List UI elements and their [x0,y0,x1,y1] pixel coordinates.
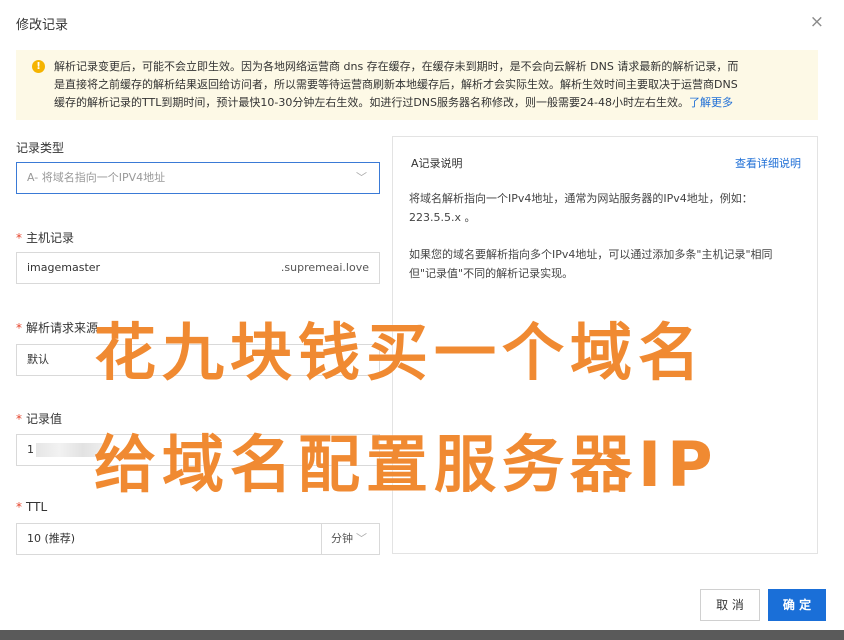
cancel-button[interactable]: 取 消 [700,589,760,621]
ttl-value: 10 (推荐) [27,532,76,545]
info-paragraph-1: 将域名解析指向一个IPv4地址，通常为网站服务器的IPv4地址，例如： 223.… [409,189,807,227]
record-value-label: * 记录值 [16,410,62,427]
notice-line-1: 解析记录变更后，可能不会立即生效。因为各地网络运营商 dns 存在缓存，在缓存未… [54,60,739,73]
overlay-caption-line-2: 给域名配置服务器IP [94,428,719,501]
ttl-label: * TTL [16,500,47,514]
host-record-label-text: 主机记录 [26,231,75,245]
resolve-source-value: 默认 [27,353,49,366]
record-type-select[interactable]: A- 将域名指向一个IPV4地址 ﹀ [16,162,380,194]
info-paragraph-1-line-2: 223.5.5.x 。 [409,211,476,224]
notice-banner: ! 解析记录变更后，可能不会立即生效。因为各地网络运营商 dns 存在缓存，在缓… [16,50,818,120]
info-paragraph-2-line-1: 如果您的域名要解析指向多个IPv4地址，可以通过添加多条"主机记录"相同 [409,248,773,261]
host-record-input[interactable]: imagemaster .supremeai.love [16,252,380,284]
view-details-link[interactable]: 查看详细说明 [735,155,801,171]
notice-line-3: 缓存的解析记录的TTL到期时间，预计最快10-30分钟左右生效。如进行过DNS服… [54,94,804,112]
record-type-label: 记录类型 [16,139,64,156]
close-icon[interactable]: × [810,12,824,32]
ttl-unit: 分钟 [331,532,353,545]
warning-icon: ! [32,60,45,73]
required-mark: * [16,321,22,335]
info-paragraph-1-line-1: 将域名解析指向一个IPv4地址，通常为网站服务器的IPv4地址，例如： [409,192,753,205]
dialog-title: 修改记录 [16,18,69,33]
required-mark: * [16,500,22,514]
notice-line-3-text: 缓存的解析记录的TTL到期时间，预计最快10-30分钟左右生效。如进行过DNS服… [54,96,689,109]
required-mark: * [16,412,22,426]
record-type-label-text: 记录类型 [16,141,65,155]
ttl-divider [321,524,322,554]
info-paragraph-2-line-2: 但"记录值"不同的解析记录实现。 [409,267,574,280]
host-record-label: * 主机记录 [16,229,74,246]
background-strip [0,630,844,640]
info-panel-title: A记录说明 [411,157,463,170]
domain-suffix: .supremeai.love [280,261,369,274]
ttl-label-text: TTL [26,500,48,514]
learn-more-link[interactable]: 了解更多 [689,96,733,109]
chevron-down-icon: ﹀ [356,171,367,184]
overlay-caption-line-1: 花九块钱买一个域名 [94,316,707,389]
notice-line-2: 是直接将之前缓存的解析结果返回给访问者，所以需要等待运营商刷新本地缓存后，解析才… [54,78,738,91]
edit-record-dialog: 修改记录 × ! 解析记录变更后，可能不会立即生效。因为各地网络运营商 dns … [0,0,844,630]
confirm-button[interactable]: 确 定 [768,589,826,621]
record-value-label-text: 记录值 [26,412,63,426]
host-record-value: imagemaster [27,261,101,274]
required-mark: * [16,231,22,245]
resolve-source-label: * 解析请求来源 [16,319,98,336]
record-type-value: A- 将域名指向一个IPV4地址 [27,171,166,184]
info-paragraph-2: 如果您的域名要解析指向多个IPv4地址，可以通过添加多条"主机记录"相同 但"记… [409,245,807,283]
resolve-source-label-text: 解析请求来源 [26,321,99,335]
chevron-down-icon: ﹀ [356,532,367,545]
record-value-text: 1 [27,443,34,456]
ttl-select[interactable]: 10 (推荐) 分钟 ﹀ [16,523,380,555]
